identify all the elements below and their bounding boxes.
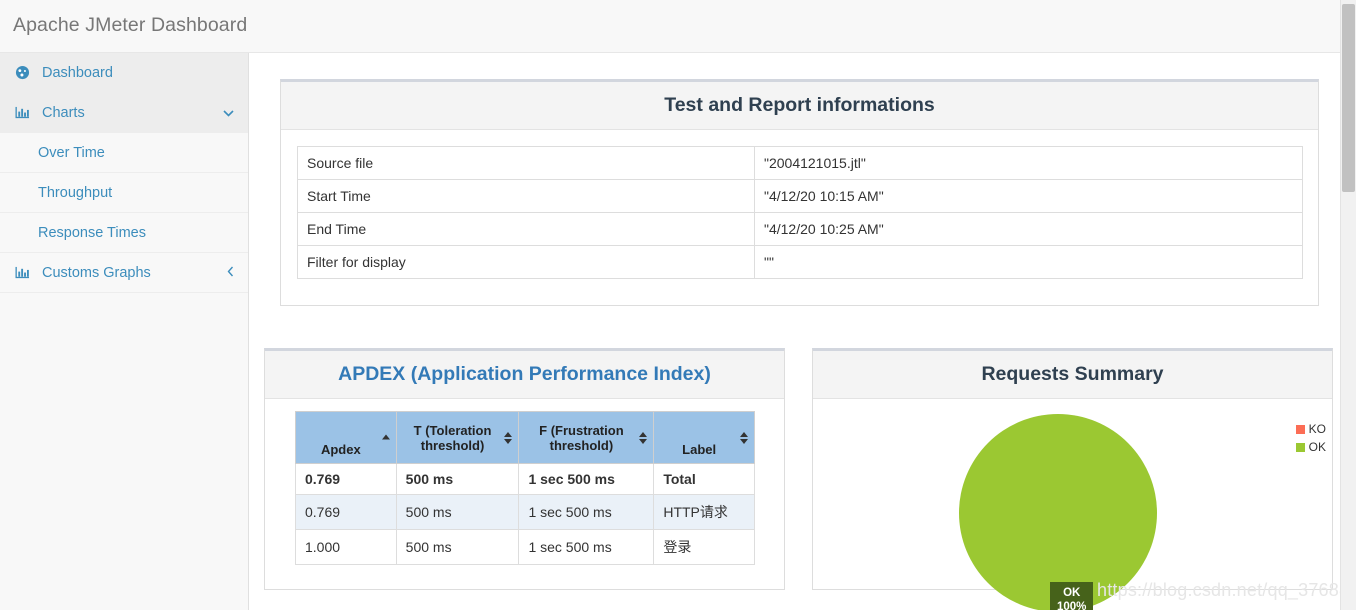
cell-apdex: 1.000 — [295, 529, 397, 565]
table-row: 0.769 500 ms 1 sec 500 ms HTTP请求 — [295, 494, 755, 530]
jmeter-dashboard-page: Apache JMeter Dashboard Dashboard Charts… — [0, 0, 1356, 610]
sidebar-subitem-label: Throughput — [38, 184, 113, 201]
apdex-table: Apdex T (Toleration threshold) F (Frustr… — [295, 411, 755, 565]
sidebar-item-throughput[interactable]: Throughput — [0, 173, 248, 213]
sort-icon[interactable] — [639, 431, 648, 444]
legend-swatch-ko — [1294, 423, 1306, 435]
panel-header: Requests Summary — [813, 351, 1332, 399]
sort-icon[interactable] — [504, 431, 513, 444]
test-report-info-table: Source file "2004121015.jtl" Start Time … — [297, 146, 1303, 279]
table-row: 1.000 500 ms 1 sec 500 ms 登录 — [295, 529, 755, 565]
requests-summary-panel: Requests Summary OK 100% KO OK — [812, 348, 1333, 610]
page-scrollbar[interactable] — [1340, 0, 1356, 610]
cell-apdex: 0.769 — [295, 463, 397, 495]
table-row: Source file "2004121015.jtl" — [297, 146, 1303, 180]
legend-label: KO — [1308, 422, 1326, 436]
legend-item-ko[interactable]: KO — [1294, 421, 1326, 437]
column-header-label: T (Toleration threshold) — [413, 422, 492, 453]
table-row: Filter for display "" — [297, 245, 1303, 279]
legend-swatch-ok — [1294, 441, 1306, 453]
table-row: End Time "4/12/20 10:25 AM" — [297, 212, 1303, 246]
column-header-apdex[interactable]: Apdex — [295, 411, 397, 464]
cell-apdex: 0.769 — [295, 494, 397, 530]
table-row: Start Time "4/12/20 10:15 AM" — [297, 179, 1303, 213]
cell-label: Total — [653, 463, 755, 495]
info-value: "4/12/20 10:25 AM" — [754, 212, 1303, 246]
column-header-label[interactable]: Label — [653, 411, 755, 464]
pie-slice-label-name: OK — [1063, 587, 1081, 599]
cell-toleration: 500 ms — [395, 463, 520, 495]
sidebar: Dashboard Charts Over Time Throughput Re… — [0, 53, 249, 610]
info-key: Filter for display — [297, 245, 755, 279]
info-key: Source file — [297, 146, 755, 180]
table-row: 0.769 500 ms 1 sec 500 ms Total — [295, 463, 755, 495]
app-header: Apache JMeter Dashboard — [0, 0, 1340, 53]
sidebar-subitem-label: Over Time — [38, 144, 105, 161]
chart-legend: KO OK — [1294, 421, 1326, 457]
scrollbar-thumb[interactable] — [1342, 4, 1355, 192]
column-header-label: Apdex — [320, 442, 361, 457]
cell-frustration: 1 sec 500 ms — [518, 494, 655, 530]
info-key: End Time — [297, 212, 755, 246]
column-header-label: Label — [682, 442, 717, 457]
sidebar-item-charts[interactable]: Charts — [0, 93, 248, 133]
panel-title: Requests Summary — [981, 363, 1164, 385]
panel-body: OK 100% KO OK — [813, 399, 1332, 610]
sidebar-item-label: Customs Graphs — [42, 264, 151, 281]
table-header-row: Apdex T (Toleration threshold) F (Frustr… — [295, 411, 755, 464]
info-value: "" — [754, 245, 1303, 279]
legend-item-ok[interactable]: OK — [1294, 439, 1326, 455]
cell-frustration: 1 sec 500 ms — [518, 529, 655, 565]
dashboard-gauge-icon — [15, 65, 35, 80]
panel-title: Test and Report informations — [664, 94, 935, 116]
sidebar-item-customs-graphs[interactable]: Customs Graphs — [0, 253, 248, 293]
info-key: Start Time — [297, 179, 755, 213]
cell-toleration: 500 ms — [395, 529, 520, 565]
chevron-left-icon[interactable] — [222, 266, 234, 279]
bar-chart-icon — [15, 266, 35, 280]
sort-ascending-icon[interactable] — [381, 434, 390, 441]
info-value: "2004121015.jtl" — [754, 146, 1303, 180]
cell-label: HTTP请求 — [653, 494, 755, 530]
info-value: "4/12/20 10:15 AM" — [754, 179, 1303, 213]
panel-title: APDEX (Application Performance Index) — [338, 363, 711, 385]
panel-header: Test and Report informations — [281, 82, 1318, 130]
sidebar-subitem-label: Response Times — [38, 224, 146, 241]
cell-toleration: 500 ms — [395, 494, 520, 530]
column-header-toleration[interactable]: T (Toleration threshold) — [395, 411, 520, 464]
column-header-label: F (Frustration threshold) — [539, 422, 624, 453]
chevron-down-icon[interactable] — [222, 107, 234, 119]
apdex-panel: APDEX (Application Performance Index) Ap… — [264, 348, 785, 590]
column-header-frustration[interactable]: F (Frustration threshold) — [518, 411, 655, 464]
sidebar-item-response-times[interactable]: Response Times — [0, 213, 248, 253]
requests-summary-pie-chart[interactable]: OK 100% KO OK — [813, 399, 1332, 610]
cell-label: 登录 — [653, 529, 755, 565]
panel-header: APDEX (Application Performance Index) — [265, 351, 784, 399]
legend-label: OK — [1308, 440, 1326, 454]
pie-slice-ok[interactable] — [959, 414, 1157, 610]
cell-frustration: 1 sec 500 ms — [518, 463, 655, 495]
sidebar-item-label: Charts — [42, 104, 85, 121]
pie-slice-label: OK 100% — [1050, 582, 1094, 610]
page-title: Apache JMeter Dashboard — [13, 14, 248, 36]
panel-body: Apdex T (Toleration threshold) F (Frustr… — [265, 399, 784, 565]
sidebar-item-dashboard[interactable]: Dashboard — [0, 53, 248, 93]
sort-icon[interactable] — [740, 431, 748, 444]
sidebar-item-label: Dashboard — [42, 64, 113, 81]
main-content: Test and Report informations Source file… — [249, 53, 1340, 610]
test-report-info-panel: Test and Report informations Source file… — [280, 79, 1319, 306]
bar-chart-icon — [15, 106, 35, 120]
panel-body: Source file "2004121015.jtl" Start Time … — [281, 146, 1318, 279]
sidebar-item-over-time[interactable]: Over Time — [0, 133, 248, 173]
pie-slice-label-value: 100% — [1057, 601, 1087, 610]
